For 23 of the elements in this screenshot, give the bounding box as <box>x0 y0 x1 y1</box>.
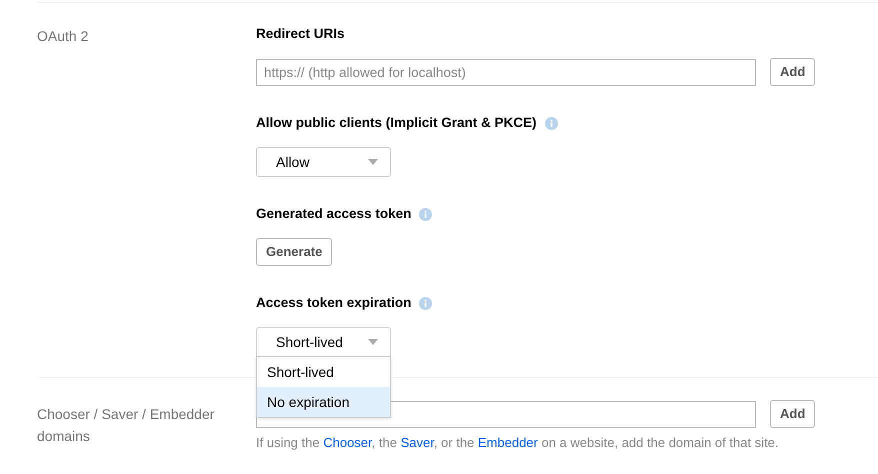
field-heading: Redirect URIs <box>256 24 345 43</box>
add-button[interactable]: Add <box>770 400 816 428</box>
caret-icon <box>368 159 378 165</box>
add-button[interactable]: Add <box>770 58 816 86</box>
help-link[interactable]: Chooser <box>323 435 372 450</box>
info-icon[interactable] <box>419 296 432 310</box>
help-text: If using the Chooser, the Saver, or the Embedder on a website, add the domain of that site. <box>256 434 780 452</box>
dropdown-select[interactable]: Allow <box>256 147 391 177</box>
help-link[interactable]: Embedder <box>478 435 538 450</box>
generate-button[interactable]: Generate <box>256 238 332 266</box>
help-link[interactable]: Saver <box>400 435 434 450</box>
field-heading: Generated access token <box>256 204 412 223</box>
url-input-field[interactable]: https:// (http allowed for localhost) <box>256 58 756 86</box>
field-heading: Access token expiration <box>256 294 412 312</box>
dropdown-select[interactable]: Short-lived <box>256 327 391 357</box>
field-heading: Allow public clients (Implicit Grant & PKCE) <box>256 114 537 132</box>
section-label: OAuth 2 <box>37 27 90 46</box>
section-label: Chooser / Saver / Embedder domains <box>37 405 216 446</box>
dropdown-option[interactable]: Short-lived <box>257 357 390 387</box>
info-icon[interactable] <box>419 208 432 220</box>
caret-icon <box>368 339 378 345</box>
dropdown-option[interactable]: No expiration <box>257 387 390 417</box>
info-icon[interactable] <box>544 116 558 130</box>
